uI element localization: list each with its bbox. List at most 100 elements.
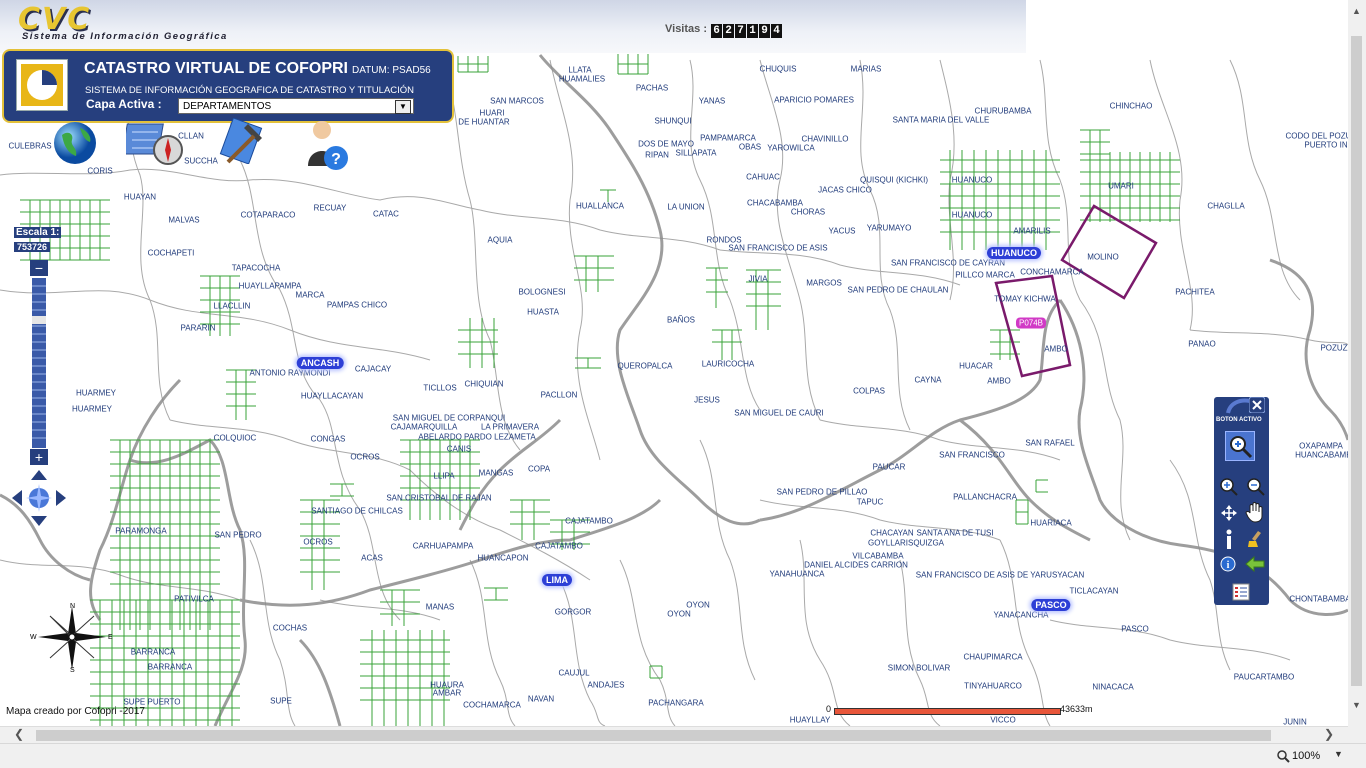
place-label: HUACAR xyxy=(959,361,993,371)
place-label: NAVAN xyxy=(527,694,555,704)
place-label: CAJATAMBO xyxy=(565,516,613,526)
place-label: ABELARDO PARDO LEZAMETA xyxy=(418,432,536,442)
visits-label: Visitas : xyxy=(665,23,707,35)
zoom-dropdown-icon[interactable]: ▼ xyxy=(1334,749,1343,759)
place-label: CAYNA xyxy=(914,375,942,385)
scale-bar-end: 43633m xyxy=(1060,704,1093,714)
measure-tools-icon[interactable] xyxy=(218,117,268,169)
header-banner: CVC Sistema de Información Geográfica Vi… xyxy=(0,0,1026,53)
horizontal-scrollbar[interactable]: ❮ ❯ xyxy=(0,726,1348,744)
place-label: YANAS xyxy=(698,96,726,106)
back-arrow-icon[interactable] xyxy=(1244,555,1266,578)
place-label: COPA xyxy=(527,464,551,474)
svg-text:+: + xyxy=(35,449,43,465)
place-label: SHUNQUI xyxy=(654,116,692,126)
active-layer-select[interactable]: DEPARTAMENTOS ▼ xyxy=(178,98,414,114)
department-label-huanuco[interactable]: HUANUCO xyxy=(987,247,1041,259)
place-label: BAÑOS xyxy=(666,315,696,325)
place-label: AMBO xyxy=(1044,344,1068,354)
visits-digit: 1 xyxy=(747,24,758,38)
zoom-out-icon[interactable] xyxy=(1246,477,1266,502)
place-label: YACUS xyxy=(828,226,856,236)
place-label: HUARMEY xyxy=(71,404,113,414)
place-label: HUARI xyxy=(479,108,505,118)
parcel-code-label[interactable]: P074B xyxy=(1015,317,1047,329)
place-label: LA PRIMAVERA xyxy=(480,422,540,432)
place-label: JUNIN xyxy=(1283,717,1307,727)
place-label: HUALLANCA xyxy=(575,201,625,211)
place-label: HUARMEY xyxy=(75,388,117,398)
place-label: CHIQUIAN xyxy=(464,379,504,389)
place-label: COLQUIOC xyxy=(213,433,257,443)
place-label: QUEROPALCA xyxy=(617,361,673,371)
scroll-left-icon[interactable]: ❮ xyxy=(14,727,24,741)
department-label-pasco[interactable]: PASCO xyxy=(1031,599,1071,611)
place-label: COCHAS xyxy=(272,623,308,633)
place-label: SUCCHA xyxy=(184,156,218,166)
place-label: CHINCHAO xyxy=(1109,101,1153,111)
place-label: CHONTABAMBA xyxy=(1289,594,1348,604)
place-label: HUAYLLACAYAN xyxy=(300,391,364,401)
place-label: VILCABAMBA xyxy=(852,551,904,561)
vertical-scrollbar[interactable]: ▲ ▼ xyxy=(1348,0,1366,743)
pan-arrows-icon[interactable] xyxy=(1219,503,1239,528)
place-label: ACAS xyxy=(361,553,383,563)
browser-viewport: { "header": { "logo": "CVC", "logo_subti… xyxy=(0,0,1366,768)
place-label: SANTA MARIA DEL VALLE xyxy=(892,115,990,125)
zoom-in-icon[interactable] xyxy=(1219,477,1239,502)
place-label: PARAMONGA xyxy=(115,526,167,536)
visits-digit: 6 xyxy=(711,24,722,38)
zoom-slider[interactable]: − + xyxy=(30,260,48,465)
place-label: CHURUBAMBA xyxy=(974,106,1032,116)
place-label: TAPACOCHA xyxy=(231,263,281,273)
help-user-icon[interactable]: ? xyxy=(302,116,352,179)
place-label: HUAYLLAY xyxy=(789,715,831,725)
chevron-down-icon[interactable]: ▼ xyxy=(395,100,411,114)
hand-icon[interactable] xyxy=(1244,501,1266,528)
identify-icon[interactable]: i xyxy=(1219,555,1237,578)
place-label: AMBO xyxy=(987,376,1011,386)
info-icon[interactable] xyxy=(1222,529,1236,556)
active-layer-value: DEPARTAMENTOS xyxy=(183,101,272,112)
place-label: PASCO xyxy=(1121,624,1149,634)
place-label: SAN MIGUEL DE CORPANQUI xyxy=(392,413,506,423)
pan-control[interactable] xyxy=(10,468,68,533)
vertical-scroll-thumb[interactable] xyxy=(1351,36,1362,686)
place-label: BARRANCA xyxy=(147,662,193,672)
scroll-right-icon[interactable]: ❯ xyxy=(1324,727,1334,741)
place-label: PATIVILCA xyxy=(174,594,214,604)
place-label: PAUCARTAMBO xyxy=(1233,672,1295,682)
globe-icon[interactable] xyxy=(52,120,98,171)
magnifier-icon xyxy=(1276,749,1290,768)
map-compass-icon[interactable] xyxy=(121,120,186,171)
place-label: SANTA ANA DE TUSI xyxy=(916,528,994,538)
department-label-lima[interactable]: LIMA xyxy=(542,574,572,586)
place-label: HUAMALIES xyxy=(558,74,606,84)
place-label: HUANCAPON xyxy=(477,553,529,563)
place-label: YANACANCHA xyxy=(993,610,1049,620)
scale-bar-start: 0 xyxy=(826,704,832,714)
place-label: RECUAY xyxy=(313,203,347,213)
place-label: YANAHUANCA xyxy=(769,569,825,579)
eraser-broom-icon[interactable] xyxy=(1246,529,1266,554)
horizontal-scroll-thumb[interactable] xyxy=(36,730,1271,741)
visits-counter: 6 2 7 1 9 4 xyxy=(711,24,782,38)
legend-list-icon[interactable] xyxy=(1232,583,1250,606)
place-label: CHACAYAN xyxy=(870,528,914,538)
place-label: CHUQUIS xyxy=(759,64,797,74)
compass-rose-icon: N S W E xyxy=(30,600,116,679)
department-label-ancash[interactable]: ANCASH xyxy=(296,357,344,369)
place-label: VICCO xyxy=(990,715,1016,725)
zoom-level[interactable]: 100% xyxy=(1292,750,1320,762)
place-label: DOS DE MAYO xyxy=(638,139,694,149)
place-label: OYON xyxy=(667,609,691,619)
close-icon[interactable] xyxy=(1248,396,1266,414)
place-label: POZUZ xyxy=(1320,343,1348,353)
scroll-up-icon[interactable]: ▲ xyxy=(1352,6,1361,16)
visits-digit: 4 xyxy=(771,24,782,38)
place-label: TICLACAYAN xyxy=(1069,586,1119,596)
place-label: CHAGLLA xyxy=(1207,201,1245,211)
compass-s: S xyxy=(70,667,75,674)
scroll-down-icon[interactable]: ▼ xyxy=(1352,700,1361,710)
visits-digit: 9 xyxy=(759,24,770,38)
